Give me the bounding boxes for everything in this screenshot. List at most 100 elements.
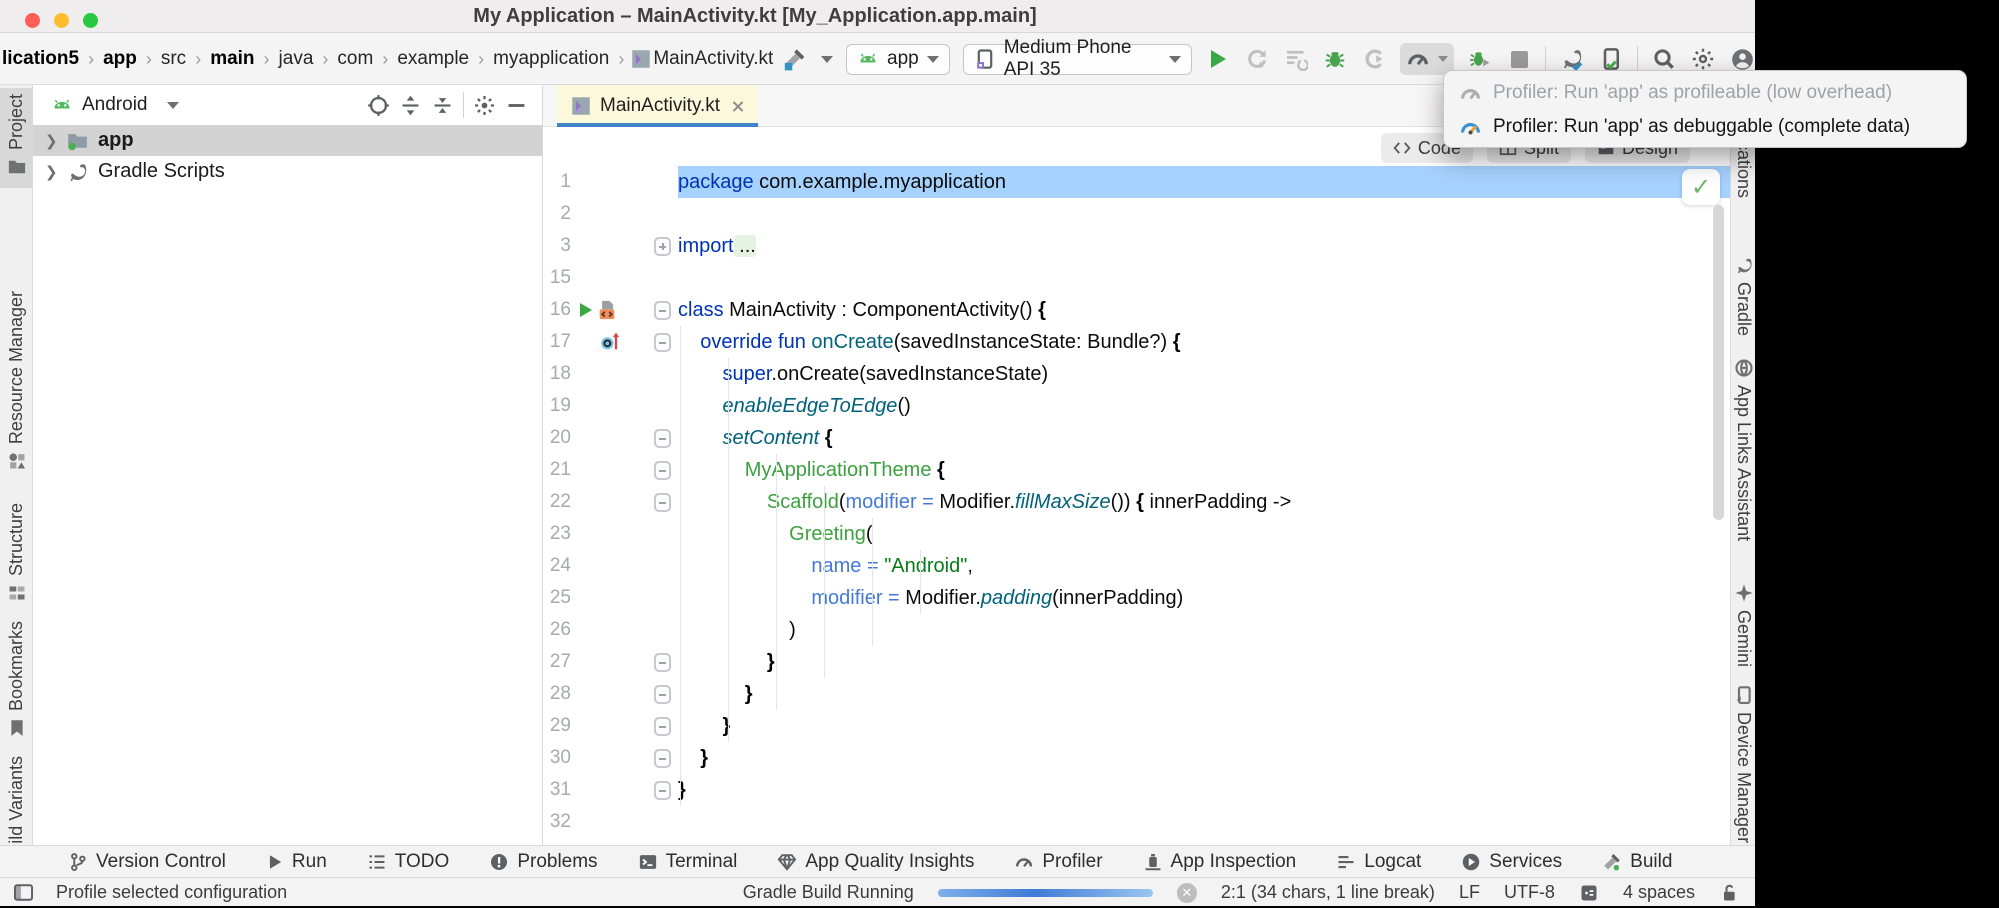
fold-column[interactable] <box>647 582 678 614</box>
caret-position[interactable]: 2:1 (34 chars, 1 line break) <box>1221 882 1435 903</box>
breadcrumb-item-example[interactable]: example <box>395 48 471 70</box>
popup-item-profileable[interactable]: Profiler: Run 'app' as profileable (low … <box>1444 76 1966 110</box>
gutter-icons[interactable] <box>577 262 647 294</box>
project-view-selector[interactable]: Android <box>82 94 148 116</box>
breadcrumb-item-java[interactable]: java <box>277 48 316 70</box>
fold-marker[interactable] <box>654 237 671 256</box>
line-number[interactable]: 22 <box>543 486 577 518</box>
sidebar-item-gemini[interactable]: Gemini <box>1731 583 1756 667</box>
fold-column[interactable] <box>647 422 678 454</box>
gutter-icons[interactable] <box>577 390 647 422</box>
gutter-icons[interactable] <box>577 294 647 326</box>
apply-code-changes-button[interactable] <box>1283 44 1309 74</box>
fold-column[interactable] <box>647 454 678 486</box>
gutter-icons[interactable] <box>577 422 647 454</box>
code-text[interactable]: } <box>678 710 1730 742</box>
project-tree-row-gradle-scripts[interactable]: ❯ Gradle Scripts <box>33 156 542 187</box>
gutter-icons[interactable] <box>577 550 647 582</box>
indent-setting[interactable]: 4 spaces <box>1623 882 1695 903</box>
toolwindow-button-app-quality-insights[interactable]: App Quality Insights <box>777 851 974 873</box>
breadcrumb-item-main[interactable]: main <box>208 48 256 70</box>
code-text[interactable]: super.onCreate(savedInstanceState) <box>678 358 1730 390</box>
line-number[interactable]: 15 <box>543 262 577 294</box>
fold-marker[interactable] <box>654 301 671 320</box>
reader-mode-icon[interactable] <box>1579 883 1599 903</box>
code-text[interactable]: package com.example.myapplication <box>678 166 1730 198</box>
fold-column[interactable] <box>647 518 678 550</box>
code-text[interactable]: override fun onCreate(savedInstanceState… <box>678 326 1730 358</box>
code-text[interactable]: } <box>678 678 1730 710</box>
toolwindow-button-app-inspection[interactable]: App Inspection <box>1143 851 1297 873</box>
code-text[interactable]: Scaffold(modifier = Modifier.fillMaxSize… <box>678 486 1730 518</box>
fold-end-marker[interactable] <box>654 781 671 800</box>
gutter-icons[interactable] <box>577 358 647 390</box>
project-view-arrow-icon[interactable] <box>167 102 179 109</box>
code-text[interactable]: } <box>678 742 1730 774</box>
fold-end-marker[interactable] <box>654 653 671 672</box>
code-text[interactable]: MyApplicationTheme { <box>678 454 1730 486</box>
sidebar-item-project[interactable]: Project <box>0 88 33 188</box>
fold-column[interactable] <box>647 646 678 678</box>
panel-toggle-icon[interactable] <box>13 882 34 903</box>
line-number[interactable]: 19 <box>543 390 577 422</box>
attach-debugger-button[interactable] <box>1361 44 1387 74</box>
expand-all-icon[interactable] <box>399 94 422 117</box>
line-number[interactable]: 30 <box>543 742 577 774</box>
gutter-icons[interactable] <box>577 486 647 518</box>
line-number[interactable]: 18 <box>543 358 577 390</box>
overrides-method-icon[interactable] <box>598 331 622 353</box>
code-text[interactable]: name = "Android", <box>678 550 1730 582</box>
fold-column[interactable] <box>647 550 678 582</box>
run-configuration-select[interactable]: app <box>846 44 950 75</box>
code-text[interactable]: setContent { <box>678 422 1730 454</box>
gutter-icons[interactable] <box>577 646 647 678</box>
line-number[interactable]: 29 <box>543 710 577 742</box>
line-ending[interactable]: LF <box>1459 882 1480 903</box>
fold-column[interactable] <box>647 806 678 838</box>
fold-end-marker[interactable] <box>654 749 671 768</box>
project-tree-row-app[interactable]: ❯ app <box>33 125 542 156</box>
profiler-gauge-icon[interactable] <box>1406 47 1430 71</box>
fold-column[interactable] <box>647 678 678 710</box>
gutter-icons[interactable] <box>577 166 647 198</box>
sidebar-item-gradle[interactable]: Gradle <box>1731 255 1756 336</box>
fold-column[interactable] <box>647 710 678 742</box>
code-text[interactable]: } <box>678 646 1730 678</box>
fold-marker[interactable] <box>654 429 671 448</box>
line-number[interactable]: 32 <box>543 806 577 838</box>
fold-column[interactable] <box>647 326 678 358</box>
build-dropdown-arrow-icon[interactable] <box>821 56 833 63</box>
code-text[interactable]: class MainActivity : ComponentActivity()… <box>678 294 1730 326</box>
line-number[interactable]: 31 <box>543 774 577 806</box>
gutter-icons[interactable] <box>577 806 647 838</box>
toolwindow-button-terminal[interactable]: Terminal <box>638 851 738 873</box>
toolwindow-button-run[interactable]: Run <box>266 851 327 873</box>
code-text[interactable]: enableEdgeToEdge() <box>678 390 1730 422</box>
collapse-all-icon[interactable] <box>431 94 454 117</box>
fold-column[interactable] <box>647 230 678 262</box>
sidebar-item-resource-manager[interactable]: Resource Manager <box>0 285 33 470</box>
gutter-icons[interactable] <box>577 454 647 486</box>
code-area[interactable]: 1package com.example.myapplication23impo… <box>543 166 1730 845</box>
line-number[interactable]: 16 <box>543 294 577 326</box>
breadcrumb-item-app[interactable]: app <box>101 48 139 70</box>
gutter-icons[interactable] <box>577 230 647 262</box>
build-button[interactable] <box>782 44 808 74</box>
sidebar-item-device-manager[interactable]: Device Manager <box>1731 685 1756 843</box>
code-text[interactable] <box>678 262 1730 294</box>
toolwindow-button-profiler[interactable]: Profiler <box>1014 851 1102 873</box>
gutter-icons[interactable] <box>577 774 647 806</box>
hide-panel-icon[interactable] <box>505 94 528 117</box>
code-text[interactable] <box>678 198 1730 230</box>
sidebar-item-app-links-assistant[interactable]: App Links Assistant <box>1731 358 1756 541</box>
compose-preview-icon[interactable] <box>596 299 618 321</box>
cancel-build-icon[interactable]: ✕ <box>1177 883 1197 903</box>
popup-item-debuggable[interactable]: Profiler: Run 'app' as debuggable (compl… <box>1444 110 1966 144</box>
fold-column[interactable] <box>647 358 678 390</box>
locate-file-icon[interactable] <box>367 94 390 117</box>
sidebar-item-bookmarks[interactable]: Bookmarks <box>0 615 33 733</box>
fold-column[interactable] <box>647 614 678 646</box>
toolwindow-button-services[interactable]: Services <box>1461 851 1562 873</box>
debug-button[interactable] <box>1322 44 1348 74</box>
code-text[interactable] <box>678 806 1730 838</box>
